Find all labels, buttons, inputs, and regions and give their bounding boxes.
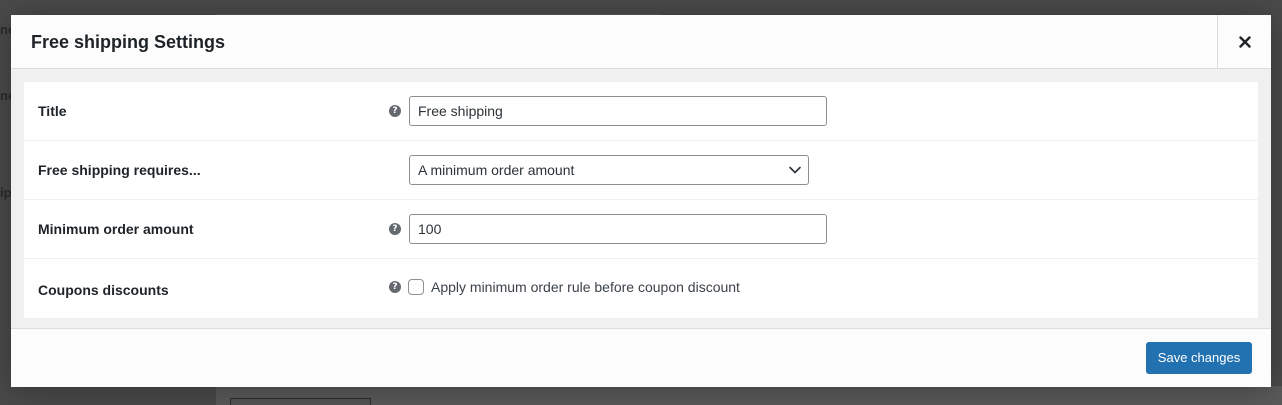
- title-label: Title: [38, 103, 67, 119]
- requires-select[interactable]: A minimum order amount: [409, 155, 809, 185]
- min-amount-row: Minimum order amount ?: [24, 200, 1258, 259]
- backdrop-button: [230, 398, 371, 405]
- chevron-down-icon: [789, 166, 801, 174]
- backdrop-text: ip: [0, 185, 12, 200]
- close-button[interactable]: [1217, 15, 1271, 69]
- title-input[interactable]: [409, 96, 827, 126]
- min-amount-label: Minimum order amount: [38, 221, 194, 237]
- question-circle-icon[interactable]: ?: [389, 223, 401, 235]
- close-icon: [1238, 36, 1251, 48]
- question-circle-icon[interactable]: ?: [389, 105, 401, 117]
- requires-row: Free shipping requires... A minimum orde…: [24, 141, 1258, 200]
- modal-footer: Save changes: [11, 328, 1271, 387]
- coupons-checkbox[interactable]: [408, 279, 424, 295]
- modal-body: Title ? Free shipping requires... A mini…: [11, 69, 1271, 328]
- requires-label: Free shipping requires...: [38, 162, 201, 178]
- modal-header: Free shipping Settings: [11, 15, 1271, 69]
- coupons-label: Coupons discounts: [38, 282, 169, 298]
- modal-title: Free shipping Settings: [31, 32, 226, 52]
- settings-modal: Free shipping Settings Title ? Free ship…: [11, 15, 1271, 387]
- save-button[interactable]: Save changes: [1146, 342, 1252, 374]
- settings-form: Title ? Free shipping requires... A mini…: [24, 82, 1258, 318]
- question-circle-icon[interactable]: ?: [389, 281, 401, 293]
- coupons-checkbox-label[interactable]: Apply minimum order rule before coupon d…: [431, 259, 740, 315]
- backdrop-content: [216, 386, 1282, 405]
- title-row: Title ?: [24, 82, 1258, 141]
- requires-selected-value: A minimum order amount: [418, 162, 575, 178]
- coupons-row: Coupons discounts ? Apply minimum order …: [24, 259, 1258, 319]
- min-amount-input[interactable]: [409, 214, 827, 244]
